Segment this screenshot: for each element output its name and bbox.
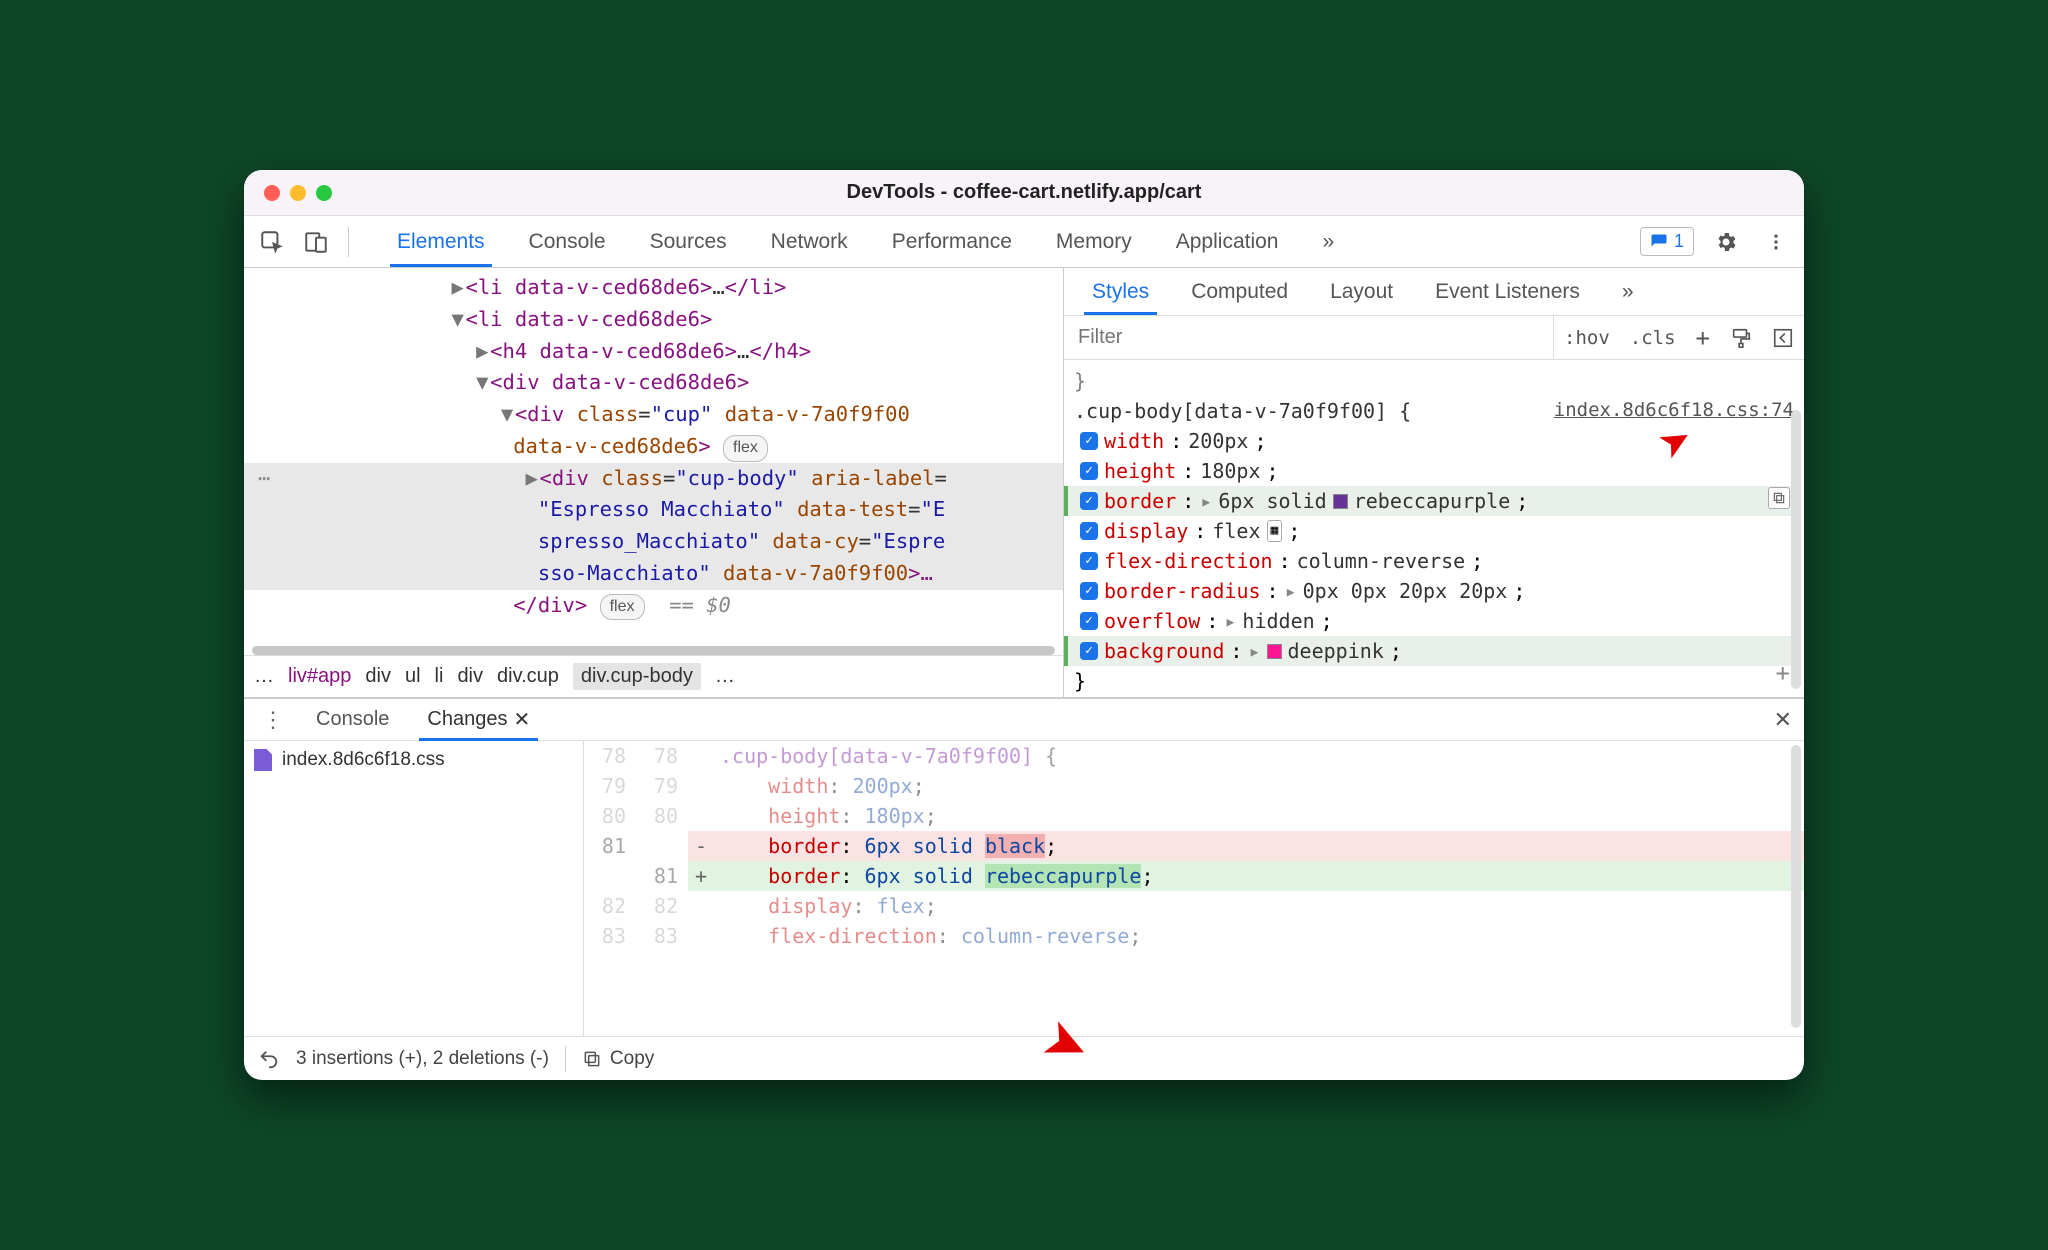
copy-declaration-icon[interactable] [1768, 487, 1790, 509]
changes-file-list: index.8d6c6f18.css [244, 741, 584, 1036]
css-property-row[interactable]: ✓ overflow: ▸ hidden; [1074, 606, 1794, 636]
copy-icon[interactable]: Copy [582, 1048, 654, 1070]
divider [348, 227, 349, 257]
vertical-scrollbar[interactable] [1791, 410, 1801, 689]
property-checkbox[interactable]: ✓ [1080, 552, 1098, 570]
elements-pane: ▶<li data-v-ced68de6>…</li> ▼<li data-v-… [244, 268, 1064, 697]
tab-memory[interactable]: Memory [1034, 216, 1154, 267]
tabs-overflow-icon[interactable]: » [1300, 216, 1356, 267]
diff-line: 81+ border: 6px solid rebeccapurple; [584, 861, 1804, 891]
css-property-row[interactable]: ✓ border-radius: ▸ 0px 0px 20px 20px; [1074, 576, 1794, 606]
revert-icon[interactable] [258, 1048, 280, 1070]
diff-line: 7979 width: 200px; [584, 771, 1804, 801]
breadcrumbs[interactable]: … liv#app div ul li div div.cup div.cup-… [244, 655, 1063, 697]
diff-view[interactable]: 7878.cup-body[data-v-7a0f9f00] {7979 wid… [584, 741, 1804, 1036]
css-property-row[interactable]: ✓ flex-direction: column-reverse; [1074, 546, 1794, 576]
subtabs-overflow-icon[interactable]: » [1604, 268, 1652, 315]
property-checkbox[interactable]: ✓ [1080, 462, 1098, 480]
selected-element[interactable]: ⋯ ▶<div class="cup-body" aria-label= "Es… [244, 463, 1063, 590]
diff-line: 8282 display: flex; [584, 891, 1804, 921]
rule-close-brace-top: } [1074, 366, 1794, 396]
property-checkbox[interactable]: ✓ [1080, 642, 1098, 660]
hov-toggle[interactable]: :hov [1554, 327, 1620, 349]
changes-footer: 3 insertions (+), 2 deletions (-) Copy ➤ [244, 1036, 1804, 1080]
main-toolbar: Elements Console Sources Network Perform… [244, 216, 1804, 268]
issues-count: 1 [1674, 231, 1684, 252]
tab-performance[interactable]: Performance [870, 216, 1034, 267]
tab-application[interactable]: Application [1154, 216, 1301, 267]
new-rule-icon[interactable]: + [1686, 324, 1720, 352]
css-selector[interactable]: .cup-body[data-v-7a0f9f00] { index.8d6c6… [1074, 396, 1794, 426]
close-drawer-icon[interactable]: ✕ [1774, 707, 1792, 733]
dom-tree[interactable]: ▶<li data-v-ced68de6>…</li> ▼<li data-v-… [244, 268, 1063, 646]
computed-toggle-icon[interactable] [1762, 327, 1804, 349]
horizontal-scrollbar[interactable] [252, 646, 1055, 655]
property-checkbox[interactable]: ✓ [1080, 612, 1098, 630]
drawer: ⋮ Console Changes✕ ✕ index.8d6c6f18.css … [244, 698, 1804, 1080]
drawer-menu-icon[interactable]: ⋮ [252, 707, 294, 733]
add-property-icon[interactable]: + [1776, 655, 1790, 691]
subtab-event-listeners[interactable]: Event Listeners [1417, 268, 1598, 315]
diff-line: 8080 height: 180px; [584, 801, 1804, 831]
styles-pane: Styles Computed Layout Event Listeners »… [1064, 268, 1804, 697]
diff-line: 7878.cup-body[data-v-7a0f9f00] { [584, 741, 1804, 771]
property-checkbox[interactable]: ✓ [1080, 522, 1098, 540]
subtab-computed[interactable]: Computed [1173, 268, 1306, 315]
diff-line: 8383 flex-direction: column-reverse; [584, 921, 1804, 951]
changes-summary: 3 insertions (+), 2 deletions (-) [296, 1048, 549, 1070]
property-checkbox[interactable]: ✓ [1080, 582, 1098, 600]
panel-tabs: Elements Console Sources Network Perform… [375, 216, 1356, 267]
css-property-row[interactable]: ✓ display: flex ▦; [1074, 516, 1794, 546]
property-checkbox[interactable]: ✓ [1080, 492, 1098, 510]
devtools-window: DevTools - coffee-cart.netlify.app/cart … [244, 170, 1804, 1080]
drawer-tab-console[interactable]: Console [300, 699, 405, 740]
inspect-icon[interactable] [254, 224, 290, 260]
tab-sources[interactable]: Sources [628, 216, 749, 267]
device-toggle-icon[interactable] [298, 224, 334, 260]
issues-button[interactable]: 1 [1640, 227, 1694, 256]
diff-line: 81- border: 6px solid black; [584, 831, 1804, 861]
subtab-layout[interactable]: Layout [1312, 268, 1411, 315]
styles-filter-input[interactable] [1064, 316, 1554, 359]
styles-rules[interactable]: } .cup-body[data-v-7a0f9f00] { index.8d6… [1064, 360, 1804, 697]
drawer-tab-changes[interactable]: Changes✕ [411, 699, 546, 740]
tab-elements[interactable]: Elements [375, 216, 507, 267]
flex-badge[interactable]: flex [723, 435, 768, 462]
css-property-row[interactable]: ✓ border: ▸ 6px solid rebeccapurple; [1064, 486, 1794, 516]
css-file-icon [254, 749, 272, 771]
tab-network[interactable]: Network [749, 216, 870, 267]
kebab-menu-icon[interactable] [1758, 224, 1794, 260]
titlebar: DevTools - coffee-cart.netlify.app/cart [244, 170, 1804, 216]
css-property-row[interactable]: ✓ background: ▸ deeppink; [1064, 636, 1794, 666]
vertical-scrollbar[interactable] [1791, 745, 1801, 1028]
flex-badge[interactable]: flex [600, 594, 645, 621]
property-checkbox[interactable]: ✓ [1080, 432, 1098, 450]
rule-close-brace: } [1074, 666, 1794, 696]
changed-file[interactable]: index.8d6c6f18.css [254, 749, 573, 771]
paint-icon[interactable] [1720, 327, 1762, 349]
close-tab-icon[interactable]: ✕ [513, 707, 530, 732]
cls-toggle[interactable]: .cls [1620, 327, 1686, 349]
window-title: DevTools - coffee-cart.netlify.app/cart [244, 181, 1804, 204]
tab-console[interactable]: Console [507, 216, 628, 267]
settings-gear-icon[interactable] [1708, 224, 1744, 260]
subtab-styles[interactable]: Styles [1074, 268, 1167, 315]
